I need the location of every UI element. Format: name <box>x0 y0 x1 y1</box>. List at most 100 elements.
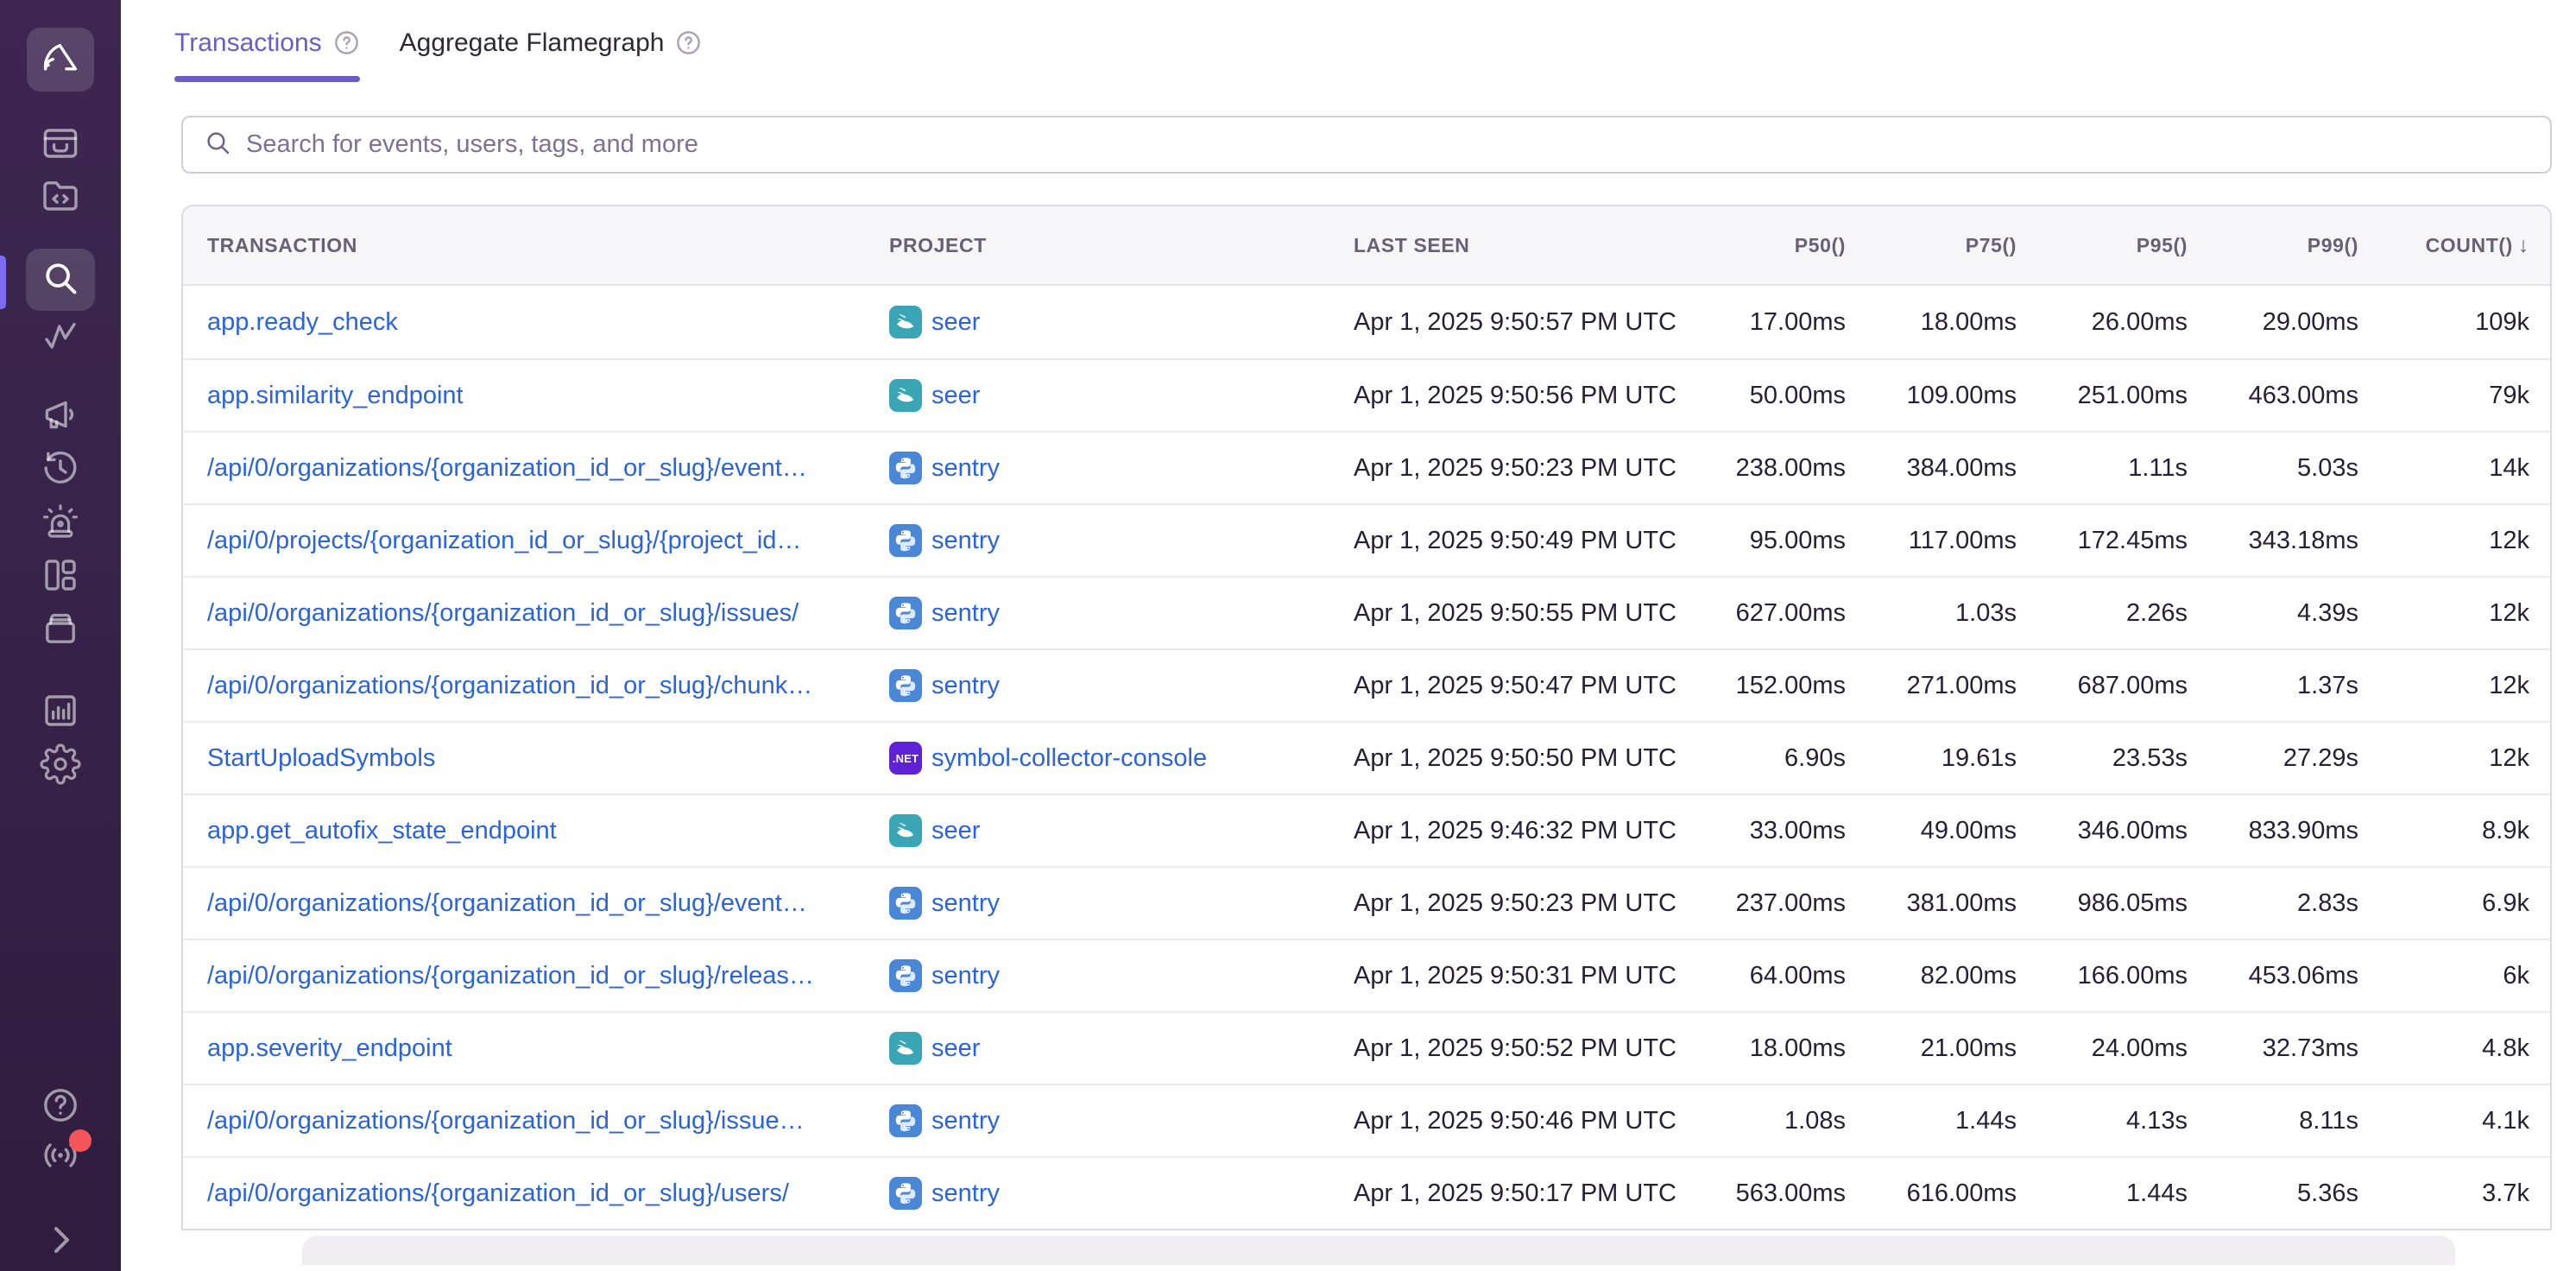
table-row[interactable]: /api/0/organizations/{organization_id_or… <box>183 939 2550 1011</box>
sidebar-expand-button[interactable] <box>40 1221 81 1262</box>
transaction-cell: /api/0/organizations/{organization_id_or… <box>183 672 865 700</box>
table-row[interactable]: /api/0/organizations/{organization_id_or… <box>183 1084 2550 1156</box>
count-cell: 6.9k <box>2379 889 2550 918</box>
column-header-p95[interactable]: P95() <box>2037 234 2208 257</box>
sidebar-item-replays[interactable] <box>40 449 81 490</box>
project-link[interactable]: sentry <box>931 1179 1000 1208</box>
notification-dot <box>69 1129 92 1152</box>
clock-history-icon <box>40 447 81 493</box>
column-header-p75[interactable]: P75() <box>1866 234 2037 257</box>
transaction-link[interactable]: app.ready_check <box>207 308 398 336</box>
siren-icon <box>40 501 81 547</box>
count-cell: 79k <box>2379 382 2550 410</box>
sidebar-item-projects[interactable] <box>40 176 81 218</box>
column-header-project[interactable]: PROJECT <box>865 234 1329 257</box>
p50-cell: 17.00ms <box>1695 308 1866 337</box>
transaction-link[interactable]: /api/0/organizations/{organization_id_or… <box>207 672 812 699</box>
project-link[interactable]: seer <box>931 1034 980 1063</box>
project-link[interactable]: sentry <box>931 599 1000 628</box>
project-link[interactable]: seer <box>931 382 980 410</box>
transaction-cell: /api/0/organizations/{organization_id_or… <box>183 1179 865 1208</box>
table-row[interactable]: app.severity_endpoint <box>183 1011 2550 1084</box>
transaction-link[interactable]: /api/0/organizations/{organization_id_or… <box>207 454 807 482</box>
p50-cell: 18.00ms <box>1695 1034 1866 1063</box>
table-row[interactable]: /api/0/organizations/{organization_id_or… <box>183 431 2550 503</box>
table-row[interactable]: app.get_autofix_state_endpoint <box>183 794 2550 866</box>
transaction-cell: app.ready_check <box>183 308 865 337</box>
transaction-link[interactable]: app.severity_endpoint <box>207 1034 452 1062</box>
sidebar-item-explore-active[interactable] <box>26 249 95 311</box>
transaction-link[interactable]: /api/0/organizations/{organization_id_or… <box>207 889 807 917</box>
project-platform-icon: .NET <box>889 524 922 557</box>
table-row[interactable]: /api/0/organizations/{organization_id_or… <box>183 648 2550 721</box>
transaction-link[interactable]: /api/0/projects/{organization_id_or_slug… <box>207 527 801 554</box>
sidebar-item-feedback[interactable] <box>40 395 81 437</box>
search-bar[interactable] <box>181 116 2552 174</box>
count-cell: 3.7k <box>2379 1179 2550 1208</box>
sidebar-item-issues[interactable] <box>40 124 81 166</box>
count-cell: 12k <box>2379 527 2550 555</box>
project-link[interactable]: sentry <box>931 889 1000 918</box>
sentry-logo-button[interactable] <box>27 28 94 92</box>
search-input[interactable] <box>246 130 2529 159</box>
p99-cell: 27.29s <box>2208 744 2379 773</box>
sidebar-item-help[interactable] <box>40 1086 81 1128</box>
last-seen-cell: Apr 1, 2025 9:50:56 PM UTC <box>1329 382 1695 410</box>
transaction-link[interactable]: app.get_autofix_state_endpoint <box>207 817 557 844</box>
main-content: Transactions Aggregate Flamegraph <box>121 0 2576 1271</box>
column-header-last-seen[interactable]: LAST SEEN <box>1329 234 1695 257</box>
table-row[interactable]: /api/0/organizations/{organization_id_or… <box>183 866 2550 939</box>
sidebar-item-releases[interactable] <box>40 610 81 651</box>
project-link[interactable]: sentry <box>931 527 1000 555</box>
project-link[interactable]: seer <box>931 817 980 845</box>
question-circle-icon[interactable] <box>333 29 360 56</box>
column-header-p50[interactable]: P50() <box>1695 234 1866 257</box>
project-link[interactable]: sentry <box>931 1107 1000 1135</box>
transaction-link[interactable]: /api/0/organizations/{organization_id_or… <box>207 962 814 990</box>
sidebar-item-whats-new[interactable] <box>40 1136 81 1178</box>
transaction-link[interactable]: /api/0/organizations/{organization_id_or… <box>207 1107 805 1135</box>
sidebar-item-stats[interactable] <box>40 692 81 733</box>
table-row[interactable]: /api/0/projects/{organization_id_or_slug… <box>183 503 2550 576</box>
table-row[interactable]: /api/0/organizations/{organization_id_or… <box>183 576 2550 648</box>
dashboard-layout-icon <box>40 554 81 600</box>
project-link[interactable]: sentry <box>931 672 1000 700</box>
project-cell: .NET sentry <box>865 959 1329 992</box>
column-header-p99[interactable]: P99() <box>2208 234 2379 257</box>
p95-cell: 1.44s <box>2037 1179 2208 1208</box>
tab-aggregate-flamegraph[interactable]: Aggregate Flamegraph <box>400 24 703 82</box>
sidebar-item-alerts[interactable] <box>40 503 81 544</box>
project-link[interactable]: sentry <box>931 962 1000 990</box>
transaction-link[interactable]: app.similarity_endpoint <box>207 382 464 409</box>
table-row[interactable]: app.similarity_endpoint <box>183 358 2550 431</box>
sidebar-item-traces[interactable] <box>40 316 81 357</box>
count-cell: 109k <box>2379 308 2550 337</box>
column-header-transaction[interactable]: TRANSACTION <box>183 234 865 257</box>
transaction-link[interactable]: /api/0/organizations/{organization_id_or… <box>207 599 799 627</box>
project-link[interactable]: seer <box>931 308 980 337</box>
column-header-count[interactable]: COUNT()↓ <box>2379 233 2550 258</box>
sidebar-item-dashboards[interactable] <box>40 556 81 598</box>
table-row[interactable]: /api/0/organizations/{organization_id_or… <box>183 1156 2550 1229</box>
transaction-link[interactable]: /api/0/organizations/{organization_id_or… <box>207 1179 789 1207</box>
question-circle-icon[interactable] <box>675 29 702 56</box>
p50-cell: 237.00ms <box>1695 889 1866 918</box>
transaction-cell: /api/0/organizations/{organization_id_or… <box>183 962 865 990</box>
p95-cell: 1.11s <box>2037 454 2208 483</box>
transaction-link[interactable]: StartUploadSymbols <box>207 744 435 772</box>
count-cell: 6k <box>2379 962 2550 990</box>
project-platform-icon: .NET <box>889 597 922 629</box>
project-link[interactable]: symbol-collector-console <box>931 744 1207 773</box>
sidebar-item-settings[interactable] <box>40 745 81 787</box>
p95-cell: 687.00ms <box>2037 672 2208 700</box>
p50-cell: 627.00ms <box>1695 599 1866 628</box>
transaction-cell: app.severity_endpoint <box>183 1034 865 1063</box>
table-row[interactable]: StartUploadSymbols <box>183 721 2550 794</box>
project-link[interactable]: sentry <box>931 454 1000 483</box>
sort-desc-arrow-icon: ↓ <box>2518 233 2529 257</box>
last-seen-cell: Apr 1, 2025 9:50:57 PM UTC <box>1329 308 1695 337</box>
p50-cell: 50.00ms <box>1695 382 1866 410</box>
count-cell: 4.1k <box>2379 1107 2550 1135</box>
tab-transactions[interactable]: Transactions <box>174 24 360 82</box>
table-row[interactable]: app.ready_check <box>183 286 2550 358</box>
